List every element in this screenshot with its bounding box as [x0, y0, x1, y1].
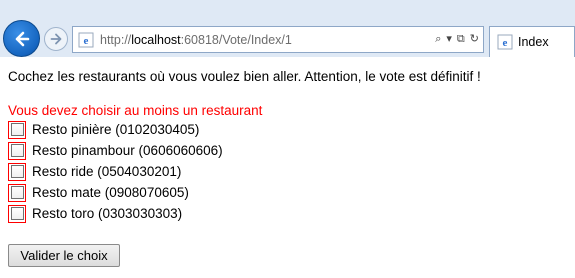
restaurant-label: Resto mate (0908070605): [32, 185, 189, 200]
refresh-icon[interactable]: ↻: [470, 32, 479, 46]
back-button[interactable]: [3, 20, 40, 57]
search-icon[interactable]: ⌕: [435, 32, 441, 46]
restaurant-label: Resto toro (0303030303): [32, 206, 183, 221]
list-item: Resto pinière (0102030405): [8, 119, 223, 140]
checkbox-error-outline: [8, 141, 26, 160]
svg-text:e: e: [84, 35, 89, 47]
tab-title: Index: [518, 35, 549, 49]
restaurant-label: Resto ride (0504030201): [32, 164, 182, 179]
checkbox-error-outline: [8, 162, 26, 181]
url-rest: :60818/Vote/Index/1: [180, 32, 292, 47]
restaurant-checkbox[interactable]: [10, 165, 24, 178]
address-bar[interactable]: e http://localhost:60818/Vote/Index/1 ⌕ …: [72, 26, 484, 53]
url-host: localhost: [131, 32, 181, 47]
submit-vote-button[interactable]: Valider le choix: [8, 244, 120, 267]
address-tools: ⌕ ▾ ⧉ ↻: [435, 32, 479, 46]
restaurant-checkbox[interactable]: [10, 144, 24, 157]
ie-page-icon: e: [78, 32, 94, 47]
restaurant-checkbox[interactable]: [10, 207, 24, 220]
intro-text: Cochez les restaurants où vous voulez bi…: [8, 69, 481, 84]
list-item: Resto pinambour (0606060606): [8, 140, 223, 161]
restaurant-label: Resto pinambour (0606060606): [32, 143, 223, 158]
browser-chrome: e http://localhost:60818/Vote/Index/1 ⌕ …: [0, 0, 575, 57]
restaurant-checkbox[interactable]: [10, 186, 24, 199]
list-item: Resto ride (0504030201): [8, 161, 223, 182]
dropdown-icon[interactable]: ▾: [446, 32, 452, 46]
url-text: http://localhost:60818/Vote/Index/1: [100, 33, 292, 47]
ie-tab-icon: e: [497, 34, 513, 50]
restaurant-list: Resto pinière (0102030405) Resto pinambo…: [8, 119, 223, 224]
list-item: Resto toro (0303030303): [8, 203, 223, 224]
forward-button[interactable]: [44, 27, 68, 51]
validation-error: Vous devez choisir au moins un restauran…: [8, 103, 263, 118]
restaurant-label: Resto pinière (0102030405): [32, 122, 200, 137]
checkbox-error-outline: [8, 120, 26, 139]
arrow-right-icon: [50, 33, 62, 45]
list-item: Resto mate (0908070605): [8, 182, 223, 203]
restaurant-checkbox[interactable]: [10, 123, 24, 136]
svg-text:e: e: [503, 37, 508, 49]
arrow-left-icon: [15, 31, 29, 46]
url-prefix: http://: [100, 32, 132, 47]
checkbox-error-outline: [8, 183, 26, 202]
tab-index[interactable]: e Index: [489, 26, 575, 57]
checkbox-error-outline: [8, 204, 26, 223]
compat-view-icon[interactable]: ⧉: [457, 32, 465, 46]
